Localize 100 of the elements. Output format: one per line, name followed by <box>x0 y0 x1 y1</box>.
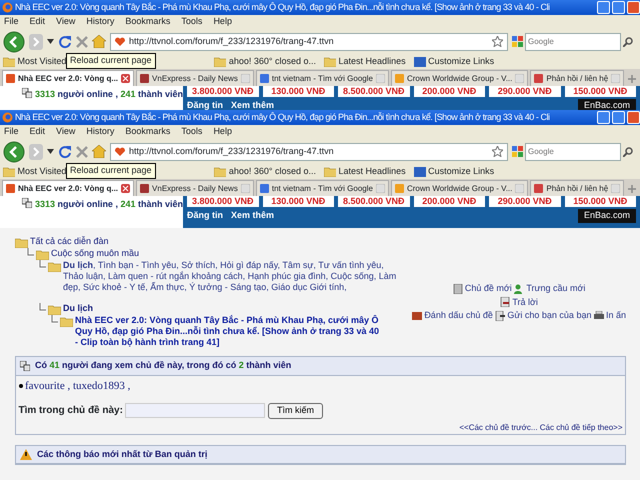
search-icon[interactable] <box>623 36 633 46</box>
star-icon[interactable] <box>492 36 503 47</box>
action-link[interactable]: Chủ đề mới <box>464 282 512 296</box>
action-link[interactable]: Gửi cho bạn của bạn <box>507 309 592 322</box>
menu-item[interactable]: Bookmarks <box>125 15 170 29</box>
ad-link[interactable]: Xem thêm <box>231 209 274 222</box>
new-tab-button[interactable] <box>626 182 638 196</box>
bookmark-item[interactable]: Most Visited <box>3 164 66 178</box>
browser-tab[interactable]: tnt vietnam - Tìm với Google <box>256 180 389 196</box>
ad-link[interactable]: Xem thêm <box>231 99 274 110</box>
menu-item[interactable]: View <box>56 15 76 29</box>
prev-next-links[interactable]: <<Các chủ đề trước... Các chủ đề tiếp theo>> <box>16 422 625 434</box>
address-field[interactable]: http://ttvnol.com/forum/f_233/1231976/trang-47.ttvn <box>110 142 508 160</box>
menu-item[interactable]: Tools <box>181 15 202 29</box>
minimize-button[interactable] <box>597 1 610 14</box>
reload-icon[interactable] <box>58 34 72 48</box>
window-title: Nhà EEC ver 2.0: Vòng quanh Tây Bắc - Phá mù Khau Phạ, cưới mây Ô Quy Hồ, đạp gió Pha Đin...nỗi tình chưa kể. [Show ảnh ở trang 33 và 40 - Cli <box>15 0 551 14</box>
close-button[interactable] <box>627 1 640 14</box>
bookmark-item[interactable]: Customize Links <box>414 164 494 178</box>
forum-link[interactable]: Du lịch, Tình bạn - Tình yêu, Sở thích, Hỏi gì đáp nấy, Tâm sự, Tư vấn tình yêu, Thảo luận, Làm quen - rút ngắn khoảng cách, Hạnh phúc gia đình, Cuộc sống, Làm đẹp, Sức khoẻ - Y tế, Ẩm thực, Ý tưởng - Sáng tạo, Giáo dục Giới tính, <box>63 260 399 293</box>
bookmark-item[interactable]: ahoo! 360° closed o... <box>214 164 316 178</box>
menu-item[interactable]: Tools <box>181 125 202 139</box>
caret-icon[interactable] <box>47 149 54 154</box>
price-label[interactable]: 150.000 VNĐ <box>564 86 636 97</box>
search-icon[interactable] <box>623 146 633 156</box>
action-link[interactable]: Trả lời <box>512 296 538 309</box>
price-label[interactable]: 200.000 VNĐ <box>414 86 485 97</box>
bullet-icon <box>18 384 22 388</box>
action-link[interactable]: Trưng cầu mới <box>526 282 586 296</box>
browser-tab[interactable]: tnt vietnam - Tìm với Google <box>256 70 389 86</box>
page-icon <box>6 184 15 193</box>
browser-tab[interactable]: Phản hồi / liên hệ <box>530 70 624 86</box>
ad-brand[interactable]: EnBac.com <box>578 99 636 110</box>
stop-icon[interactable] <box>76 146 88 158</box>
menu-item[interactable]: Edit <box>30 15 46 29</box>
home-icon[interactable] <box>92 35 106 48</box>
action-link[interactable]: In ấn <box>606 309 626 322</box>
forum-link[interactable]: Tất cả các diễn đàn <box>30 236 109 247</box>
close-button[interactable] <box>627 111 640 124</box>
price-label[interactable]: 200.000 VNĐ <box>414 196 485 207</box>
maximize-button[interactable] <box>612 111 625 124</box>
browser-tab[interactable]: Crown Worldwide Group - V... <box>390 70 528 86</box>
stop-icon[interactable] <box>76 36 88 48</box>
price-label[interactable]: 8.500.000 VNĐ <box>338 196 410 207</box>
menu-item[interactable]: File <box>4 15 19 29</box>
ad-brand[interactable]: EnBac.com <box>578 209 636 222</box>
forum-link[interactable]: Du lịch <box>63 303 94 314</box>
heart-icon <box>115 37 125 46</box>
browser-tab[interactable]: Nhà EEC ver 2.0: Vòng q... <box>2 180 134 196</box>
menu-item[interactable]: File <box>4 125 19 139</box>
menu-item[interactable]: Edit <box>30 125 46 139</box>
ad-link[interactable]: Đăng tin <box>187 99 223 110</box>
search-input[interactable] <box>125 403 266 418</box>
browser-tab[interactable]: Phản hồi / liên hệ <box>530 180 624 196</box>
search-field[interactable]: Google <box>525 142 621 160</box>
bookmark-item[interactable]: Latest Headlines <box>324 54 406 68</box>
minimize-button[interactable] <box>597 111 610 124</box>
browser-tab[interactable]: VnExpress - Daily News <box>136 180 254 196</box>
address-field[interactable]: http://ttvnol.com/forum/f_233/1231976/trang-47.ttvn <box>110 32 508 50</box>
price-label[interactable]: 290.000 VNĐ <box>489 196 560 207</box>
bookmark-item[interactable]: ahoo! 360° closed o... <box>214 54 316 68</box>
tooltip: Reload current page <box>66 53 156 68</box>
browser-tab[interactable]: VnExpress - Daily News <box>136 70 254 86</box>
price-label[interactable]: 3.800.000 VNĐ <box>187 196 258 207</box>
browser-tab[interactable]: Crown Worldwide Group - V... <box>390 180 528 196</box>
price-label[interactable]: 290.000 VNĐ <box>489 86 560 97</box>
reload-icon[interactable] <box>58 144 72 158</box>
action-link[interactable]: Đánh dấu chủ đề <box>424 309 493 322</box>
page-icon <box>140 184 150 193</box>
menu-item[interactable]: Help <box>213 125 232 139</box>
ad-link[interactable]: Đăng tin <box>187 209 223 222</box>
menu-item[interactable]: View <box>56 125 76 139</box>
price-label[interactable]: 130.000 VNĐ <box>262 86 334 97</box>
search-field[interactable]: Google <box>525 32 621 50</box>
warning-icon <box>20 448 32 460</box>
forum-link[interactable]: Cuộc sống muôn mầu <box>51 248 140 259</box>
bookmark-item[interactable]: Most Visited <box>3 54 66 68</box>
price-label[interactable]: 8.500.000 VNĐ <box>338 86 410 97</box>
folder-icon <box>3 56 15 66</box>
new-tab-button[interactable] <box>626 72 638 86</box>
menu-item[interactable]: History <box>86 15 114 29</box>
price-label[interactable]: 3.800.000 VNĐ <box>187 86 258 97</box>
browser-tab[interactable]: Nhà EEC ver 2.0: Vòng q... <box>2 70 134 86</box>
search-button[interactable]: Tìm kiếm <box>268 402 323 418</box>
menu-item[interactable]: Help <box>213 15 232 29</box>
bookmark-item[interactable]: Customize Links <box>414 54 494 68</box>
back-button[interactable] <box>3 140 25 162</box>
bookmark-item[interactable]: Latest Headlines <box>324 164 406 178</box>
home-icon[interactable] <box>92 145 106 158</box>
browser-logo-icon <box>2 112 13 123</box>
folder-icon <box>214 56 226 66</box>
star-icon[interactable] <box>492 146 503 157</box>
caret-icon[interactable] <box>47 39 54 44</box>
back-button[interactable] <box>3 30 25 52</box>
maximize-button[interactable] <box>612 1 625 14</box>
menu-item[interactable]: Bookmarks <box>125 125 170 139</box>
price-label[interactable]: 130.000 VNĐ <box>262 196 334 207</box>
thread-link[interactable]: Nhà EEC ver 2.0: Vòng quanh Tây Bắc - Phá mù Khau Phạ, cưới mây Ô Quy Hồ, đạp gió Pha Đin...nỗi tình chưa kể. [Show ảnh ở trang 33 và 40 - Clip toàn bộ hành trình trang 41] <box>75 315 381 348</box>
menu-item[interactable]: History <box>86 125 114 139</box>
price-label[interactable]: 150.000 VNĐ <box>564 196 636 207</box>
